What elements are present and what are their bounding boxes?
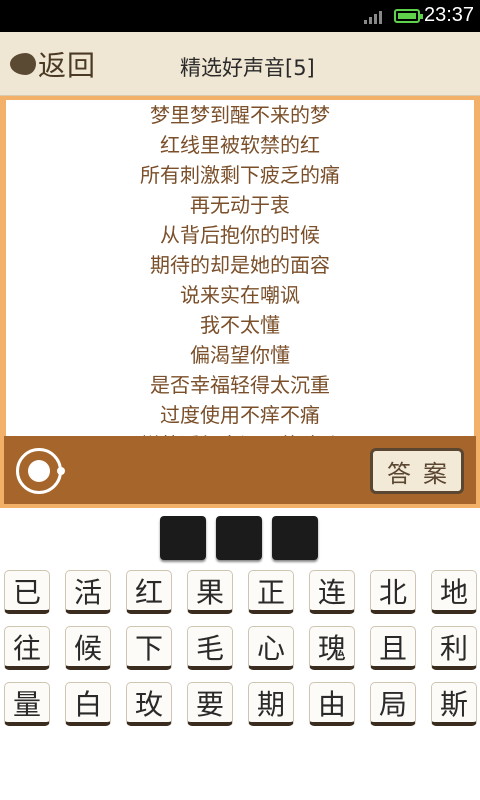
page-title: 精选好声音[5] [180, 56, 315, 80]
lyric-line: 从背后抱你的时候 [160, 223, 320, 247]
back-button[interactable]: 返回 [10, 44, 96, 84]
lyric-line: 我不太懂 [200, 313, 280, 337]
title-bar: 返回 精选好声音[5] [0, 32, 480, 96]
back-button-label: 返回 [38, 49, 97, 82]
character-tile[interactable]: 毛 [187, 626, 233, 670]
play-icon[interactable] [16, 448, 65, 494]
character-tile[interactable]: 利 [431, 626, 477, 670]
character-tile[interactable]: 期 [248, 682, 294, 726]
lyrics-list: 梦里梦到醒不来的梦 红线里被软禁的红 所有刺激剩下疲乏的痛 再无动于衷从背后抱你的时候… [6, 100, 474, 436]
control-bar: 答案 [0, 436, 480, 508]
character-tile[interactable]: 局 [370, 682, 416, 726]
answer-slot[interactable] [272, 516, 318, 560]
battery-icon [394, 9, 423, 23]
character-tile[interactable]: 瑰 [309, 626, 355, 670]
answer-slots [160, 516, 320, 562]
character-tile[interactable]: 下 [126, 626, 172, 670]
character-tile[interactable]: 候 [65, 626, 111, 670]
lyric-line: 说来实在嘲讽 [180, 283, 300, 307]
character-tile[interactable]: 活 [65, 570, 111, 614]
character-tile[interactable]: 正 [248, 570, 294, 614]
lyric-line: 再无动于衷 [190, 193, 290, 217]
character-tile[interactable]: 且 [370, 626, 416, 670]
status-bar: 23:37 [0, 0, 480, 32]
signal-icon [364, 11, 382, 24]
answer-slot[interactable] [216, 516, 262, 560]
lyric-line: 红线里被软禁的红 [160, 133, 320, 157]
character-tile[interactable]: 由 [309, 682, 355, 726]
character-tile[interactable]: 果 [187, 570, 233, 614]
back-arrow-icon [10, 53, 36, 75]
lyrics-viewport[interactable]: 梦里梦到醒不来的梦 红线里被软禁的红 所有刺激剩下疲乏的痛 再无动于衷从背后抱你的时候… [6, 100, 474, 436]
character-tile[interactable]: 量 [4, 682, 50, 726]
lyric-line: 过度使用不痒不痛 [160, 403, 320, 427]
answer-button[interactable]: 答案 [370, 448, 464, 494]
character-tile[interactable]: 心 [248, 626, 294, 670]
status-time: 23:37 [424, 4, 475, 26]
lyric-line: 偏渴望你懂 [190, 343, 290, 367]
character-tile[interactable]: 地 [431, 570, 477, 614]
lyrics-panel: 梦里梦到醒不来的梦 红线里被软禁的红 所有刺激剩下疲乏的痛 再无动于衷从背后抱你的时候… [0, 96, 480, 436]
character-tile[interactable]: 白 [65, 682, 111, 726]
answer-slot[interactable] [160, 516, 206, 560]
character-tile[interactable]: 连 [309, 570, 355, 614]
character-tile[interactable]: 玫 [126, 682, 172, 726]
character-tile[interactable]: 红 [126, 570, 172, 614]
lyric-line: 是否幸福轻得太沉重 [150, 373, 330, 397]
lyric-line: 所有刺激剩下疲乏的痛 [140, 163, 340, 187]
lyric-line: 期待的却是她的面容 [150, 253, 330, 277]
character-tile[interactable]: 往 [4, 626, 50, 670]
character-tile[interactable]: 斯 [431, 682, 477, 726]
character-tile[interactable]: 北 [370, 570, 416, 614]
lyric-line: 梦里梦到醒不来的梦 [150, 103, 330, 127]
character-tile[interactable]: 已 [4, 570, 50, 614]
character-tile[interactable]: 要 [187, 682, 233, 726]
